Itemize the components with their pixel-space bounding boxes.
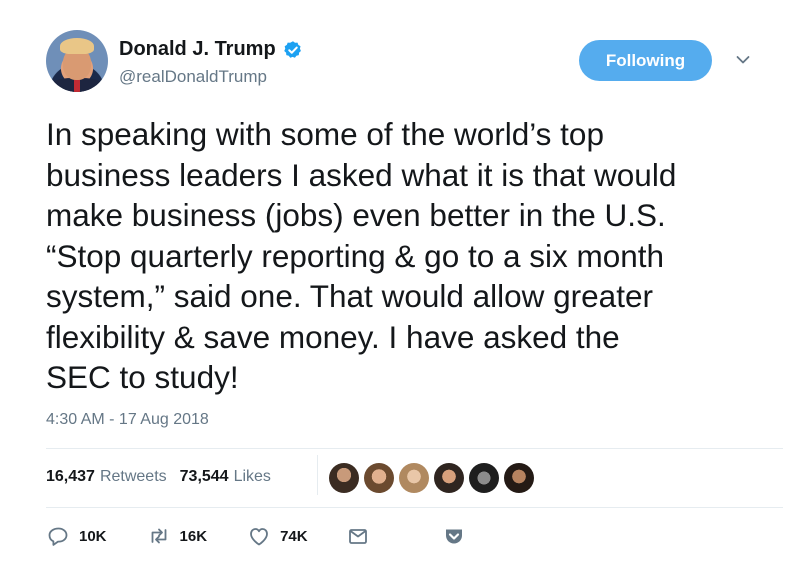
pocket-button[interactable] bbox=[442, 524, 466, 548]
stats-separator bbox=[317, 455, 318, 495]
retweet-button[interactable]: 16K bbox=[147, 524, 208, 548]
direct-message-button[interactable] bbox=[346, 524, 370, 548]
divider bbox=[46, 507, 783, 508]
author-name[interactable]: Donald J. Trump bbox=[119, 38, 276, 61]
following-button[interactable]: Following bbox=[579, 40, 712, 81]
heart-icon bbox=[250, 528, 268, 546]
like-count: 74K bbox=[280, 527, 308, 545]
engagement-stats: 16,437 Retweets 73,544 Likes bbox=[46, 468, 284, 486]
likes-label[interactable]: Likes bbox=[234, 468, 271, 486]
envelope-icon bbox=[348, 529, 367, 544]
like-button[interactable]: 74K bbox=[247, 524, 308, 548]
reply-count: 10K bbox=[79, 527, 107, 545]
chevron-down-icon[interactable] bbox=[736, 55, 750, 65]
likes-count[interactable]: 73,544 bbox=[180, 468, 229, 486]
retweets-label[interactable]: Retweets bbox=[100, 468, 167, 486]
verified-badge-icon bbox=[283, 40, 301, 58]
liker-avatar[interactable] bbox=[469, 463, 499, 493]
retweets-count[interactable]: 16,437 bbox=[46, 468, 95, 486]
divider bbox=[46, 448, 783, 449]
tweet-timestamp[interactable]: 4:30 AM - 17 Aug 2018 bbox=[46, 411, 209, 429]
author-handle[interactable]: @realDonaldTrump bbox=[119, 67, 267, 87]
liker-avatar[interactable] bbox=[434, 463, 464, 493]
liker-avatar[interactable] bbox=[399, 463, 429, 493]
retweet-count: 16K bbox=[179, 527, 208, 545]
reply-button[interactable]: 10K bbox=[46, 524, 107, 548]
retweet-icon bbox=[151, 528, 166, 544]
reply-icon bbox=[48, 527, 68, 546]
avatar[interactable] bbox=[46, 30, 108, 92]
tweet-text: In speaking with some of the world’s top… bbox=[46, 116, 677, 395]
tweet-actions: 10K 16K 74K bbox=[46, 524, 466, 548]
liker-avatars bbox=[329, 463, 534, 493]
liker-avatar[interactable] bbox=[329, 463, 359, 493]
liker-avatar[interactable] bbox=[364, 463, 394, 493]
pocket-icon bbox=[445, 529, 462, 544]
liker-avatar[interactable] bbox=[504, 463, 534, 493]
